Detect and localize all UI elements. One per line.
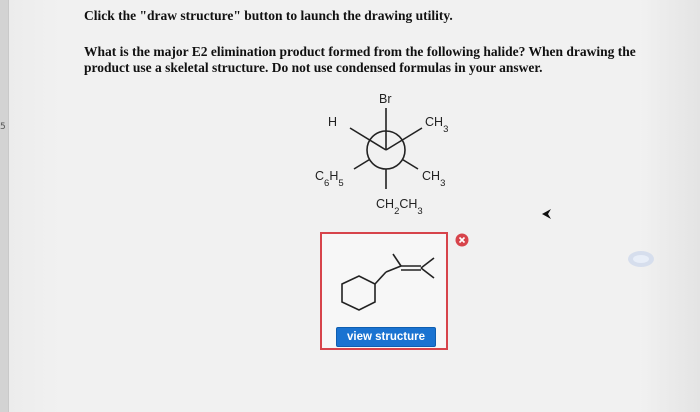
label-back-right: CH3 (422, 169, 445, 189)
blurred-overlay (626, 249, 656, 269)
view-structure-button[interactable]: view structure (336, 327, 436, 347)
label-front-left: H (328, 115, 337, 129)
label-front-right: CH3 (425, 115, 448, 135)
newman-projection-svg: Br H CH3 C6H5 CH3 CH2CH3 (315, 92, 448, 217)
label-front-top: Br (379, 92, 392, 106)
bond-ring-to-ch (374, 271, 387, 285)
label-back-left: C6H5 (315, 169, 344, 189)
edge-mark: 5 (0, 122, 6, 132)
ethyl-bond-down (420, 267, 435, 279)
question-text: What is the major E2 elimination product… (84, 44, 636, 75)
newman-projection: Br H CH3 C6H5 CH3 CH2CH3 (300, 88, 490, 223)
ethyl-bond-up (420, 257, 435, 269)
instruction-text: Click the "draw structure" button to lau… (84, 8, 453, 23)
arrow-cursor-icon (540, 207, 554, 221)
methyl-bond (392, 253, 402, 267)
label-back-bottom: CH2CH3 (376, 197, 423, 217)
x-circle-icon (455, 233, 469, 247)
bond-ch-to-c (385, 265, 402, 273)
left-edge-panel (0, 0, 9, 412)
back-bond-right (402, 158, 419, 170)
cyclohexane-ring (341, 275, 376, 311)
back-bond-left (353, 158, 370, 170)
